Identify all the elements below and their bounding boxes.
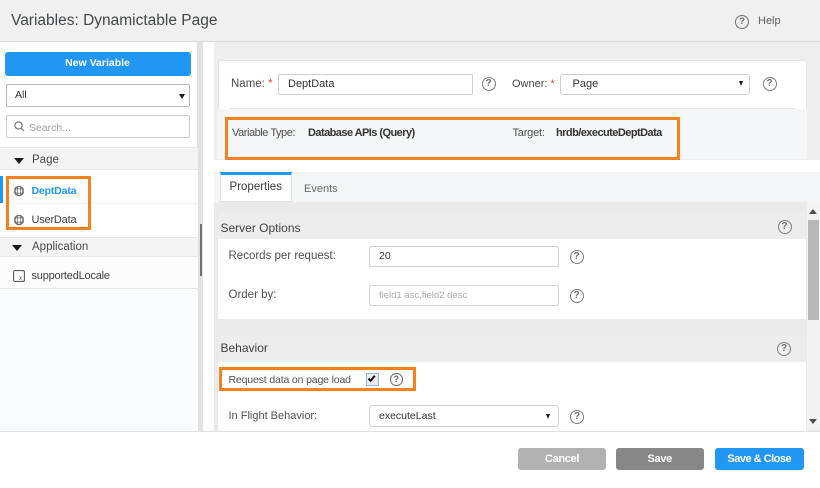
- svg-text:x: x: [18, 273, 23, 281]
